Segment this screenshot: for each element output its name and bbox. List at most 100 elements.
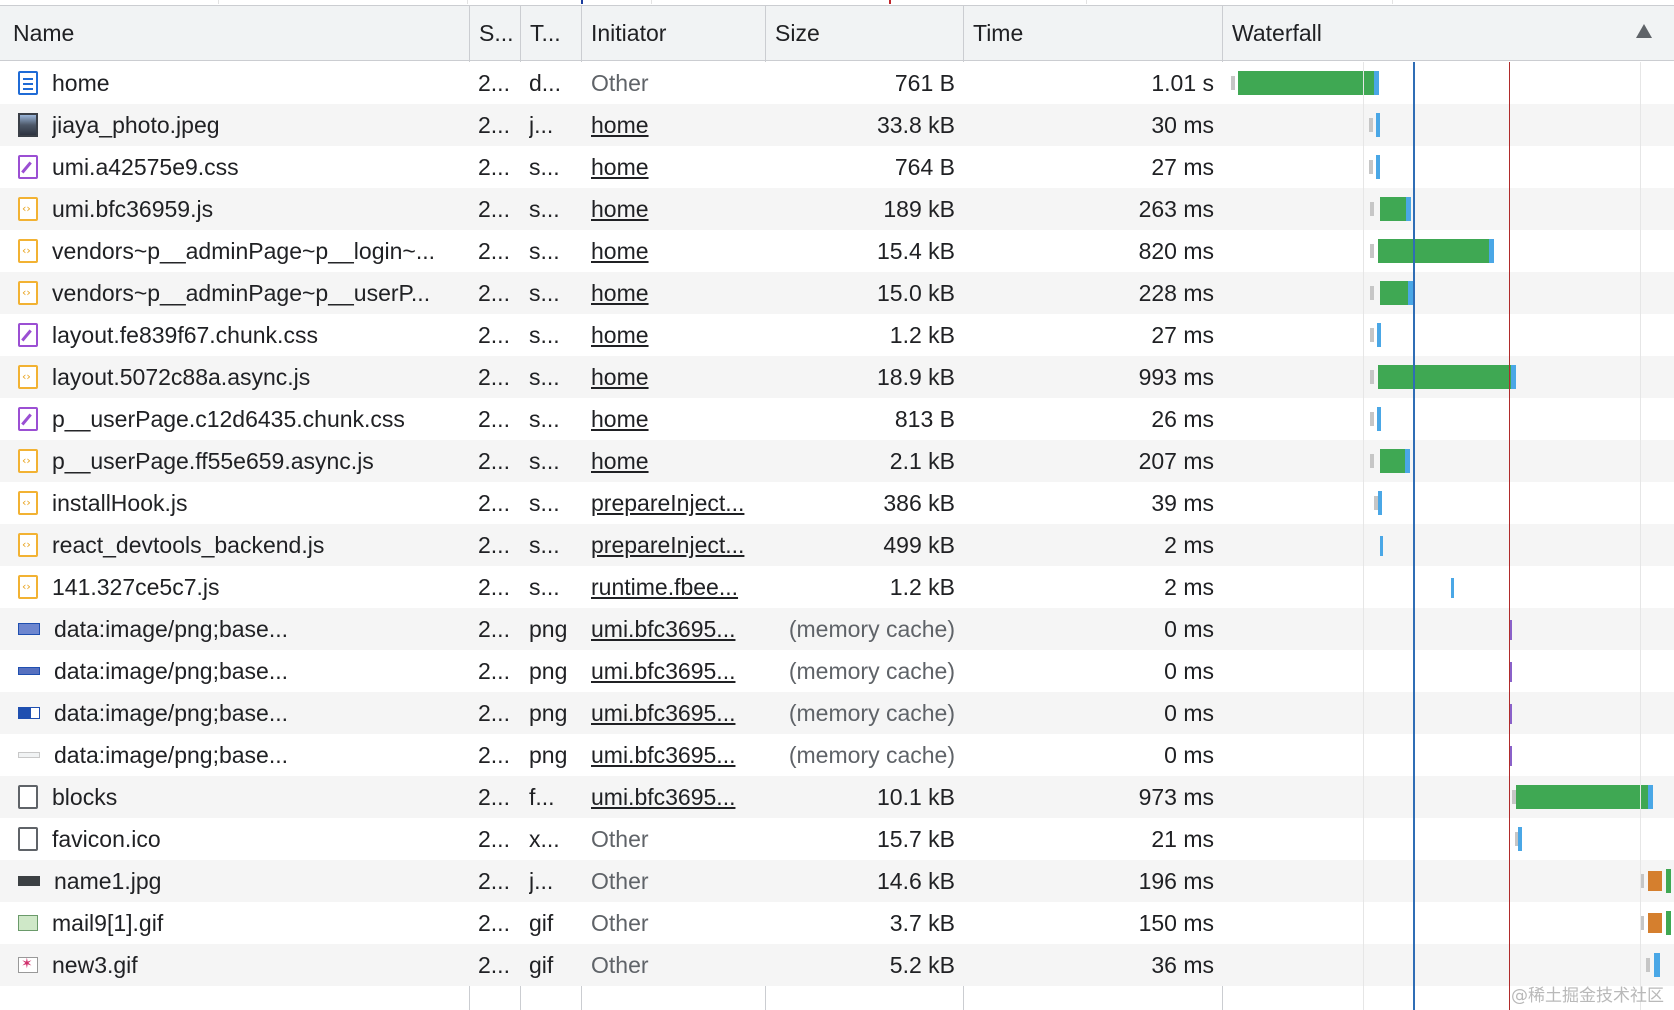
table-row[interactable]: 141.327ce5c7.js 2... s... runtime.fbee... 1.… — [0, 566, 1674, 608]
waterfall-cell[interactable] — [1224, 650, 1674, 692]
name-cell[interactable]: p__userPage.ff55e659.async.js — [18, 440, 470, 482]
initiator-link[interactable]: home — [591, 112, 763, 139]
waterfall-cell[interactable] — [1224, 440, 1674, 482]
request-name[interactable]: react_devtools_backend.js — [52, 532, 470, 559]
initiator-link[interactable]: umi.bfc3695... — [591, 700, 763, 727]
waterfall-cell[interactable] — [1224, 944, 1674, 986]
name-cell[interactable]: layout.5072c88a.async.js — [18, 356, 470, 398]
waterfall-cell[interactable] — [1224, 482, 1674, 524]
table-row[interactable]: vendors~p__adminPage~p__login~... 2... s..… — [0, 230, 1674, 272]
table-row[interactable]: favicon.ico 2... x... Other 15.7 kB 21 ms — [0, 818, 1674, 860]
table-row[interactable]: umi.bfc36959.js 2... s... home 189 kB 263 ms — [0, 188, 1674, 230]
initiator-link[interactable]: umi.bfc3695... — [591, 658, 763, 685]
name-cell[interactable]: new3.gif — [18, 944, 470, 986]
table-row[interactable]: p__userPage.c12d6435.chunk.css 2... s... ho… — [0, 398, 1674, 440]
request-name[interactable]: vendors~p__adminPage~p__login~... — [52, 238, 470, 265]
request-name[interactable]: data:image/png;base... — [54, 700, 470, 727]
table-row[interactable]: vendors~p__adminPage~p__userP... 2... s...… — [0, 272, 1674, 314]
initiator-link[interactable]: home — [591, 280, 763, 307]
waterfall-cell[interactable] — [1224, 902, 1674, 944]
table-row[interactable]: data:image/png;base... 2... png umi.bfc3695… — [0, 734, 1674, 776]
column-header-type[interactable]: T... — [521, 6, 581, 61]
waterfall-cell[interactable] — [1224, 146, 1674, 188]
request-name[interactable]: p__userPage.c12d6435.chunk.css — [52, 406, 470, 433]
waterfall-cell[interactable] — [1224, 272, 1674, 314]
column-header-waterfall[interactable]: Waterfall — [1223, 6, 1674, 61]
waterfall-cell[interactable] — [1224, 692, 1674, 734]
initiator-link[interactable]: umi.bfc3695... — [591, 784, 763, 811]
name-cell[interactable]: umi.bfc36959.js — [18, 188, 470, 230]
name-cell[interactable]: favicon.ico — [18, 818, 470, 860]
waterfall-cell[interactable] — [1224, 314, 1674, 356]
name-cell[interactable]: jiaya_photo.jpeg — [18, 104, 470, 146]
name-cell[interactable]: blocks — [18, 776, 470, 818]
request-name[interactable]: new3.gif — [52, 952, 470, 979]
request-name[interactable]: data:image/png;base... — [54, 742, 470, 769]
initiator-link[interactable]: home — [591, 364, 763, 391]
column-header-name[interactable]: Name — [4, 6, 470, 61]
request-name[interactable]: blocks — [52, 784, 470, 811]
request-name[interactable]: 141.327ce5c7.js — [52, 574, 470, 601]
request-name[interactable]: home — [52, 70, 470, 97]
initiator-link[interactable]: home — [591, 448, 763, 475]
request-name[interactable]: layout.fe839f67.chunk.css — [52, 322, 470, 349]
waterfall-cell[interactable] — [1224, 188, 1674, 230]
name-cell[interactable]: umi.a42575e9.css — [18, 146, 470, 188]
request-name[interactable]: p__userPage.ff55e659.async.js — [52, 448, 470, 475]
column-header-initiator[interactable]: Initiator — [582, 6, 765, 61]
initiator-link[interactable]: home — [591, 322, 763, 349]
name-cell[interactable]: data:image/png;base... — [18, 608, 470, 650]
column-header-time[interactable]: Time — [964, 6, 1222, 61]
waterfall-cell[interactable] — [1224, 62, 1674, 104]
waterfall-cell[interactable] — [1224, 230, 1674, 272]
table-row[interactable]: data:image/png;base... 2... png umi.bfc3695… — [0, 608, 1674, 650]
column-header-size[interactable]: Size — [766, 6, 964, 61]
initiator-link[interactable]: home — [591, 196, 763, 223]
waterfall-cell[interactable] — [1224, 104, 1674, 146]
request-name[interactable]: layout.5072c88a.async.js — [52, 364, 470, 391]
request-name[interactable]: mail9[1].gif — [52, 910, 470, 937]
request-name[interactable]: favicon.ico — [52, 826, 470, 853]
request-name[interactable]: vendors~p__adminPage~p__userP... — [52, 280, 470, 307]
name-cell[interactable]: data:image/png;base... — [18, 650, 470, 692]
sort-ascending-icon[interactable] — [1636, 24, 1652, 38]
request-name[interactable]: umi.a42575e9.css — [52, 154, 470, 181]
request-name[interactable]: name1.jpg — [54, 868, 470, 895]
request-name[interactable]: umi.bfc36959.js — [52, 196, 470, 223]
name-cell[interactable]: installHook.js — [18, 482, 470, 524]
table-row[interactable]: home 2... d... Other 761 B 1.01 s — [0, 62, 1674, 104]
name-cell[interactable]: name1.jpg — [18, 860, 470, 902]
request-name[interactable]: installHook.js — [52, 490, 470, 517]
waterfall-cell[interactable] — [1224, 860, 1674, 902]
table-row[interactable]: mail9[1].gif 2... gif Other 3.7 kB 150 ms — [0, 902, 1674, 944]
table-row[interactable]: layout.fe839f67.chunk.css 2... s... home 1.2… — [0, 314, 1674, 356]
name-cell[interactable]: 141.327ce5c7.js — [18, 566, 470, 608]
waterfall-cell[interactable] — [1224, 734, 1674, 776]
initiator-link[interactable]: home — [591, 154, 763, 181]
name-cell[interactable]: data:image/png;base... — [18, 692, 470, 734]
table-row[interactable]: blocks 2... f... umi.bfc3695... 10.1 kB 973 m… — [0, 776, 1674, 818]
name-cell[interactable]: p__userPage.c12d6435.chunk.css — [18, 398, 470, 440]
name-cell[interactable]: react_devtools_backend.js — [18, 524, 470, 566]
request-name[interactable]: data:image/png;base... — [54, 616, 470, 643]
table-row[interactable]: umi.a42575e9.css 2... s... home 764 B 27 ms — [0, 146, 1674, 188]
name-cell[interactable]: vendors~p__adminPage~p__login~... — [18, 230, 470, 272]
column-header-status[interactable]: S... — [470, 6, 521, 61]
table-row[interactable]: jiaya_photo.jpeg 2... j... home 33.8 kB 30 ms — [0, 104, 1674, 146]
table-row[interactable]: layout.5072c88a.async.js 2... s... home 18.9… — [0, 356, 1674, 398]
waterfall-cell[interactable] — [1224, 818, 1674, 860]
name-cell[interactable]: data:image/png;base... — [18, 734, 470, 776]
waterfall-cell[interactable] — [1224, 608, 1674, 650]
table-row[interactable]: react_devtools_backend.js 2... s... prepare… — [0, 524, 1674, 566]
initiator-link[interactable]: umi.bfc3695... — [591, 742, 763, 769]
initiator-link[interactable]: prepareInject... — [591, 490, 763, 517]
waterfall-cell[interactable] — [1224, 776, 1674, 818]
waterfall-cell[interactable] — [1224, 524, 1674, 566]
waterfall-cell[interactable] — [1224, 566, 1674, 608]
initiator-link[interactable]: prepareInject... — [591, 532, 763, 559]
initiator-link[interactable]: home — [591, 238, 763, 265]
name-cell[interactable]: mail9[1].gif — [18, 902, 470, 944]
waterfall-cell[interactable] — [1224, 356, 1674, 398]
initiator-link[interactable]: runtime.fbee... — [591, 574, 763, 601]
request-name[interactable]: jiaya_photo.jpeg — [52, 112, 470, 139]
